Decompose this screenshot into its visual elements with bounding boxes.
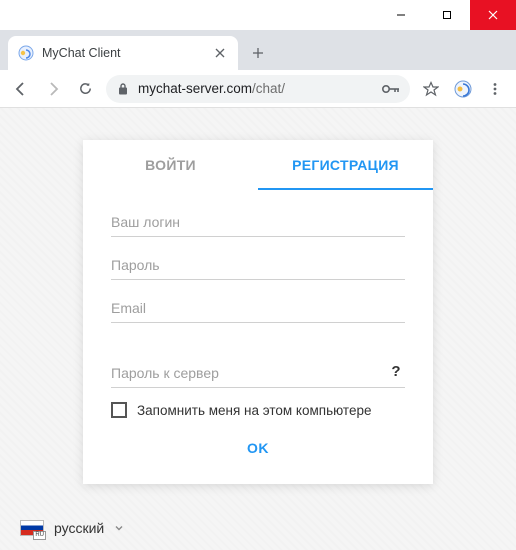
auth-card: ВОЙТИ РЕГИСТРАЦИЯ ?	[83, 140, 433, 484]
extension-icon	[453, 79, 473, 99]
lock-icon	[116, 82, 130, 96]
browser-tab-title: MyChat Client	[42, 46, 206, 60]
window-minimize-button[interactable]	[378, 0, 424, 30]
ok-button[interactable]: OK	[247, 440, 269, 456]
field-server-password: ?	[111, 359, 405, 388]
remember-label: Запомнить меня на этом компьютере	[137, 403, 371, 418]
address-host: mychat-server.com	[138, 81, 252, 96]
address-path: /chat/	[252, 81, 285, 96]
tab-close-button[interactable]	[212, 45, 228, 61]
page-content: ВОЙТИ РЕГИСТРАЦИЯ ?	[0, 108, 516, 550]
window-close-button[interactable]	[470, 0, 516, 30]
server-password-help-icon[interactable]: ?	[387, 363, 405, 380]
favicon-icon	[18, 45, 34, 61]
bookmark-star-button[interactable]	[416, 74, 446, 104]
flag-ru-icon: RU	[20, 520, 44, 536]
login-input[interactable]	[111, 208, 405, 237]
tab-login[interactable]: ВОЙТИ	[83, 140, 258, 190]
browser-toolbar: mychat-server.com/chat/	[0, 70, 516, 108]
field-email	[111, 294, 405, 323]
address-bar[interactable]: mychat-server.com/chat/	[106, 75, 410, 103]
remember-checkbox[interactable]	[111, 402, 127, 418]
nav-forward-button[interactable]	[38, 74, 68, 104]
nav-back-button[interactable]	[6, 74, 36, 104]
server-password-input[interactable]	[111, 359, 405, 388]
field-login	[111, 208, 405, 237]
remember-me-row[interactable]: Запомнить меня на этом компьютере	[111, 402, 405, 418]
auth-tabs: ВОЙТИ РЕГИСТРАЦИЯ	[83, 140, 433, 190]
browser-tabstrip: MyChat Client	[0, 30, 516, 70]
flag-code: RU	[33, 531, 46, 540]
extension-button[interactable]	[448, 74, 478, 104]
language-selector[interactable]: RU русский	[20, 520, 124, 536]
email-input[interactable]	[111, 294, 405, 323]
browser-tab-active[interactable]: MyChat Client	[8, 36, 238, 70]
browser-window: MyChat Client mychat-server.com/chat/	[0, 0, 516, 550]
new-tab-button[interactable]	[244, 39, 272, 67]
language-label: русский	[54, 520, 104, 536]
browser-menu-button[interactable]	[480, 74, 510, 104]
tab-register[interactable]: РЕГИСТРАЦИЯ	[258, 140, 433, 190]
field-password	[111, 251, 405, 280]
window-titlebar	[0, 0, 516, 30]
nav-reload-button[interactable]	[70, 74, 100, 104]
register-form: ? Запомнить меня на этом компьютере OK	[83, 190, 433, 484]
window-maximize-button[interactable]	[424, 0, 470, 30]
saved-password-icon[interactable]	[382, 84, 400, 94]
password-input[interactable]	[111, 251, 405, 280]
chevron-down-icon	[114, 520, 124, 536]
